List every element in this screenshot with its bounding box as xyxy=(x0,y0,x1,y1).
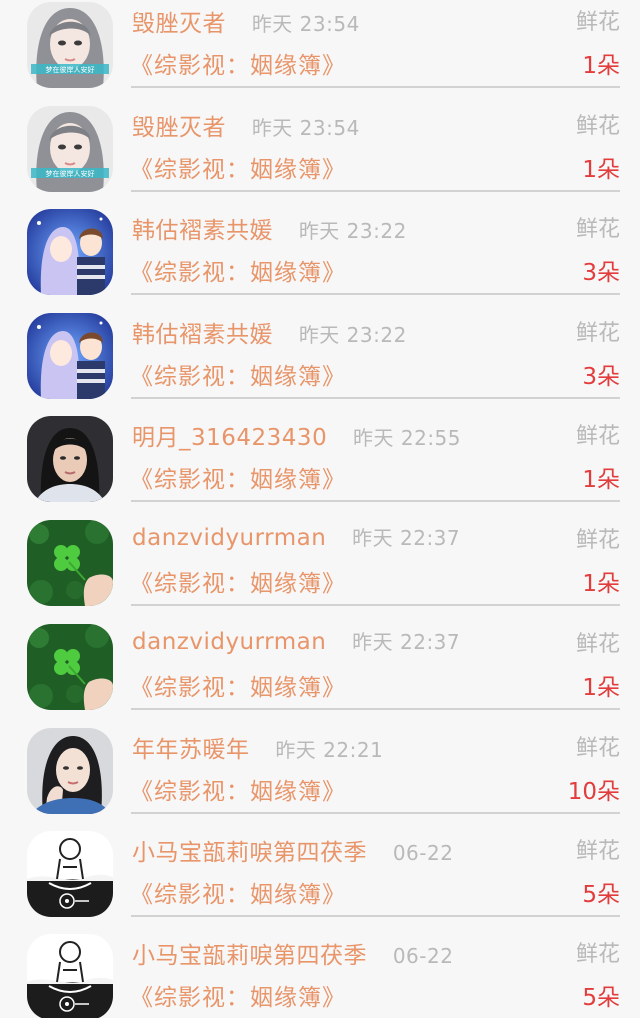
avatar[interactable]: 梦在彼岸人安好 xyxy=(27,106,113,192)
gift-record-list: 梦在彼岸人安好 毁脞灭者 昨天 23:54 鲜花 《综影视：姻缘簿》 1朵 梦在… xyxy=(0,0,640,1018)
row-divider xyxy=(131,708,620,710)
timestamp: 昨天 22:21 xyxy=(275,738,384,762)
gift-count: 1朵 xyxy=(582,53,620,79)
row-divider xyxy=(131,915,620,917)
gift-record-row[interactable]: 年年苏暖年 昨天 22:21 鲜花 《综影视：姻缘簿》 10朵 xyxy=(0,726,640,830)
timestamp: 06-22 xyxy=(392,944,454,968)
book-title[interactable]: 《综影视：姻缘簿》 xyxy=(130,668,346,702)
user-name-line: 毁脞灭者 昨天 23:54 xyxy=(132,108,360,142)
book-title[interactable]: 《综影视：姻缘簿》 xyxy=(130,564,346,598)
gift-record-row[interactable]: 明月_316423430 昨天 22:55 鲜花 《综影视：姻缘簿》 1朵 xyxy=(0,414,640,518)
book-title[interactable]: 《综影视：姻缘簿》 xyxy=(130,875,346,909)
user-name[interactable]: danzvidyurrman xyxy=(132,525,326,551)
gift-type-label: 鲜花 xyxy=(575,839,620,864)
book-title[interactable]: 《综影视：姻缘簿》 xyxy=(130,357,346,391)
gift-type-label: 鲜花 xyxy=(575,114,620,139)
gift-count: 1朵 xyxy=(582,675,620,701)
row-divider xyxy=(131,604,620,606)
gift-count: 10朵 xyxy=(567,779,620,805)
user-name-line: 小马宝瓿莉唳第四茯季 06-22 xyxy=(132,833,453,867)
row-divider xyxy=(131,86,620,88)
user-name[interactable]: 毁脞灭者 xyxy=(132,115,226,141)
row-divider xyxy=(131,500,620,502)
gift-count: 5朵 xyxy=(582,985,620,1011)
user-name-line: 小马宝瓿莉唳第四茯季 06-22 xyxy=(132,936,453,970)
timestamp: 昨天 23:22 xyxy=(298,219,407,243)
book-title[interactable]: 《综影视：姻缘簿》 xyxy=(130,150,346,184)
user-name-line: 韩估褶素共媛 昨天 23:22 xyxy=(132,211,407,245)
user-name[interactable]: 小马宝瓿莉唳第四茯季 xyxy=(132,840,367,866)
user-name[interactable]: 年年苏暖年 xyxy=(132,737,250,763)
book-title[interactable]: 《综影视：姻缘簿》 xyxy=(130,46,346,80)
book-title[interactable]: 《综影视：姻缘簿》 xyxy=(130,978,346,1012)
row-divider xyxy=(131,397,620,399)
gift-record-row[interactable]: 梦在彼岸人安好 毁脞灭者 昨天 23:54 鲜花 《综影视：姻缘簿》 1朵 xyxy=(0,0,640,104)
gift-count: 3朵 xyxy=(582,364,620,390)
gift-count: 1朵 xyxy=(582,571,620,597)
timestamp: 06-22 xyxy=(392,841,454,865)
row-divider xyxy=(131,190,620,192)
avatar[interactable] xyxy=(27,416,113,502)
book-title[interactable]: 《综影视：姻缘簿》 xyxy=(130,772,346,806)
timestamp: 昨天 22:37 xyxy=(352,630,461,654)
avatar-caption: 梦在彼岸人安好 xyxy=(46,169,95,178)
gift-type-label: 鲜花 xyxy=(575,217,620,242)
gift-type-label: 鲜花 xyxy=(575,424,620,449)
avatar[interactable] xyxy=(27,728,113,814)
gift-type-label: 鲜花 xyxy=(575,632,620,657)
user-name[interactable]: 韩估褶素共媛 xyxy=(132,218,273,244)
user-name[interactable]: 毁脞灭者 xyxy=(132,11,226,37)
row-divider xyxy=(131,293,620,295)
book-title[interactable]: 《综影视：姻缘簿》 xyxy=(130,253,346,287)
user-name-line: 明月_316423430 昨天 22:55 xyxy=(132,418,461,452)
gift-type-label: 鲜花 xyxy=(575,528,620,553)
gift-type-label: 鲜花 xyxy=(575,736,620,761)
avatar[interactable] xyxy=(27,520,113,606)
gift-type-label: 鲜花 xyxy=(575,942,620,967)
user-name-line: 年年苏暖年 昨天 22:21 xyxy=(132,730,383,764)
gift-record-row[interactable]: danzvidyurrman 昨天 22:37 鲜花 《综影视：姻缘簿》 1朵 xyxy=(0,518,640,622)
row-divider xyxy=(131,812,620,814)
timestamp: 昨天 23:54 xyxy=(251,12,360,36)
gift-count: 3朵 xyxy=(582,260,620,286)
user-name[interactable]: 明月_316423430 xyxy=(132,425,327,451)
user-name[interactable]: 韩估褶素共媛 xyxy=(132,322,273,348)
gift-record-row[interactable]: 小马宝瓿莉唳第四茯季 06-22 鲜花 《综影视：姻缘簿》 5朵 xyxy=(0,829,640,933)
timestamp: 昨天 22:55 xyxy=(353,426,462,450)
gift-record-row[interactable]: 韩估褶素共媛 昨天 23:22 鲜花 《综影视：姻缘簿》 3朵 xyxy=(0,207,640,311)
gift-record-row[interactable]: 梦在彼岸人安好 毁脞灭者 昨天 23:54 鲜花 《综影视：姻缘簿》 1朵 xyxy=(0,104,640,208)
gift-count: 5朵 xyxy=(582,882,620,908)
user-name-line: danzvidyurrman 昨天 22:37 xyxy=(132,522,460,551)
gift-record-row[interactable]: 小马宝瓿莉唳第四茯季 06-22 鲜花 《综影视：姻缘簿》 5朵 xyxy=(0,932,640,1018)
gift-type-label: 鲜花 xyxy=(575,321,620,346)
avatar[interactable] xyxy=(27,209,113,295)
user-name-line: danzvidyurrman 昨天 22:37 xyxy=(132,626,460,655)
timestamp: 昨天 23:54 xyxy=(251,116,360,140)
gift-count: 1朵 xyxy=(582,157,620,183)
avatar[interactable] xyxy=(27,313,113,399)
user-name-line: 韩估褶素共媛 昨天 23:22 xyxy=(132,315,407,349)
avatar[interactable]: 梦在彼岸人安好 xyxy=(27,2,113,88)
gift-count: 1朵 xyxy=(582,467,620,493)
gift-type-label: 鲜花 xyxy=(575,10,620,35)
user-name[interactable]: 小马宝瓿莉唳第四茯季 xyxy=(132,943,367,969)
user-name[interactable]: danzvidyurrman xyxy=(132,629,326,655)
timestamp: 昨天 23:22 xyxy=(298,323,407,347)
gift-record-row[interactable]: danzvidyurrman 昨天 22:37 鲜花 《综影视：姻缘簿》 1朵 xyxy=(0,622,640,726)
book-title[interactable]: 《综影视：姻缘簿》 xyxy=(130,460,346,494)
user-name-line: 毁脞灭者 昨天 23:54 xyxy=(132,4,360,38)
avatar[interactable] xyxy=(27,934,113,1018)
gift-record-row[interactable]: 韩估褶素共媛 昨天 23:22 鲜花 《综影视：姻缘簿》 3朵 xyxy=(0,311,640,415)
avatar[interactable] xyxy=(27,831,113,917)
avatar[interactable] xyxy=(27,624,113,710)
avatar-caption: 梦在彼岸人安好 xyxy=(46,65,95,74)
timestamp: 昨天 22:37 xyxy=(352,526,461,550)
